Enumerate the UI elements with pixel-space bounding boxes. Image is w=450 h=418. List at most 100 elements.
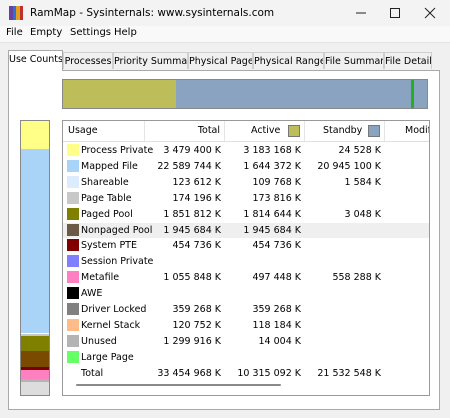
cell-total: 174 196 K: [172, 192, 221, 204]
cell-active: 3 183 168 K: [243, 145, 301, 156]
column-modified[interactable]: Modifie: [385, 121, 429, 141]
usage-color-swatch: [67, 303, 79, 315]
table-row[interactable]: Mapped File 22 589 744 K 1 644 372 K 20 945…: [63, 159, 429, 174]
table-row[interactable]: Process Private 3 479 400 K 3 183 168 K 24 …: [63, 143, 429, 158]
menu-bar: File Empty Settings Help: [0, 26, 450, 43]
usage-label: Kernel Stack: [81, 319, 141, 331]
column-usage[interactable]: Usage: [63, 121, 145, 141]
table-header: Usage Total Active Standby Modifie: [63, 121, 429, 142]
usage-label: Process Private: [81, 145, 154, 156]
usage-column-segment: [21, 121, 49, 150]
usage-color-swatch: [67, 144, 79, 156]
minimize-icon[interactable]: [343, 0, 379, 26]
usage-color-swatch: [67, 271, 79, 284]
usage-color-swatch: [67, 350, 79, 363]
usage-label: Shareable: [81, 176, 129, 188]
usage-color-swatch: [67, 175, 79, 188]
usage-label: Paged Pool: [81, 208, 133, 220]
usage-color-swatch: [67, 191, 79, 204]
usage-column-segment: [21, 350, 49, 367]
table-row[interactable]: System PTE 454 736 K 454 736 K: [63, 238, 429, 253]
cell-total: 1 055 848 K: [163, 272, 221, 284]
cell-active: 1 945 684 K: [243, 224, 301, 236]
use-counts-table: Usage Total Active Standby Modifie Proce…: [62, 120, 430, 396]
cell-active: 14 004 K: [258, 335, 302, 347]
tab-processes[interactable]: Processes: [63, 52, 113, 69]
horizontal-scrollbar-thumb[interactable]: [76, 384, 281, 386]
cell-total: 123 612 K: [172, 176, 221, 188]
table-row[interactable]: Session Private: [63, 254, 429, 269]
cell-total: 1 851 812 K: [163, 208, 221, 220]
tab-file-summary[interactable]: File Summary: [324, 52, 384, 69]
memory-usage-bar: [62, 79, 428, 109]
table-row[interactable]: Page Table 174 196 K 173 816 K: [63, 191, 429, 206]
menu-settings[interactable]: Settings: [70, 27, 111, 38]
cell-active: 454 736 K: [252, 240, 301, 252]
cell-active: 118 184 K: [252, 319, 301, 331]
cell-modified: 3: [385, 207, 429, 222]
cell-total: 22 589 744 K: [157, 160, 221, 172]
memory-usage-column: [20, 120, 50, 396]
menu-empty[interactable]: Empty: [30, 27, 62, 38]
cell-total: 454 736 K: [172, 240, 221, 252]
usage-label: Page Table: [81, 192, 132, 204]
tab-file-details[interactable]: File Details: [384, 52, 432, 69]
tab-priority-summary[interactable]: Priority Summary: [113, 52, 188, 69]
cell-active: 497 448 K: [252, 272, 301, 284]
cell-modified: 1: [385, 175, 429, 190]
column-total[interactable]: Total: [145, 121, 225, 141]
usage-column-segment: [21, 370, 49, 380]
usage-bar-segment: [175, 80, 411, 108]
horizontal-scrollbar[interactable]: [62, 378, 428, 394]
tab-use-counts[interactable]: Use Counts: [8, 50, 63, 71]
active-color-swatch: [288, 125, 300, 137]
table-row[interactable]: Driver Locked 359 268 K 359 268 K: [63, 302, 429, 317]
usage-color-swatch: [67, 159, 79, 172]
usage-color-swatch: [67, 255, 79, 268]
cell-active: 1 644 372 K: [243, 160, 301, 172]
tab-physical-ranges[interactable]: Physical Ranges: [253, 52, 324, 69]
table-row[interactable]: Nonpaged Pool 1 945 684 K 1 945 684 K: [63, 222, 429, 238]
table-row[interactable]: Large Page: [63, 350, 429, 365]
table-row[interactable]: Unused 1 299 916 K 14 004 K: [63, 334, 429, 349]
usage-color-swatch: [67, 287, 79, 300]
cell-total: 120 752 K: [172, 319, 221, 331]
usage-color-swatch: [67, 318, 79, 331]
usage-color-swatch: [67, 239, 79, 252]
title-bar: RamMap - Sysinternals: www.sysinternals.…: [0, 0, 450, 26]
app-icon-stripe: [19, 6, 23, 20]
cell-active: 359 268 K: [252, 304, 301, 315]
usage-label: Mapped File: [81, 160, 138, 172]
maximize-icon[interactable]: [377, 0, 413, 26]
cell-active: 109 768 K: [252, 176, 301, 188]
table-row[interactable]: AWE: [63, 286, 429, 301]
column-active-label: Active: [251, 125, 281, 136]
cell-total: 3 479 400 K: [163, 145, 221, 156]
usage-bar-segment: [63, 80, 176, 108]
table-row[interactable]: Metafile 1 055 848 K 497 448 K 558 288 K: [63, 270, 429, 285]
usage-label: Unused: [81, 335, 117, 347]
table-row[interactable]: Shareable 123 612 K 109 768 K 1 584 K 1: [63, 175, 429, 190]
usage-label: Nonpaged Pool: [81, 224, 153, 236]
menu-help[interactable]: Help: [114, 27, 137, 38]
usage-bar-segment: [414, 80, 427, 108]
table-row[interactable]: Kernel Stack 120 752 K 118 184 K: [63, 318, 429, 333]
cell-standby: 558 288 K: [332, 272, 381, 284]
usage-color-swatch: [67, 207, 79, 220]
usage-label: Metafile: [81, 272, 120, 284]
cell-total: 1 945 684 K: [163, 224, 221, 236]
cell-total: 359 268 K: [172, 304, 221, 315]
tab-physical-pages[interactable]: Physical Pages: [188, 52, 253, 69]
tab-bar: Use Counts Processes Priority Summary Ph…: [8, 50, 448, 71]
usage-label: Driver Locked: [81, 304, 147, 315]
usage-label: System PTE: [81, 240, 137, 252]
usage-column-segment: [21, 381, 49, 395]
menu-file[interactable]: File: [6, 27, 23, 38]
cell-active: 1 814 644 K: [243, 208, 301, 220]
cell-total: 1 299 916 K: [163, 335, 221, 347]
usage-color-swatch: [67, 223, 79, 236]
cell-standby: 1 584 K: [344, 176, 381, 188]
table-row[interactable]: Paged Pool 1 851 812 K 1 814 644 K 3 048 K 3: [63, 207, 429, 222]
close-icon[interactable]: [412, 0, 448, 26]
cell-modified: 27: [385, 143, 429, 158]
